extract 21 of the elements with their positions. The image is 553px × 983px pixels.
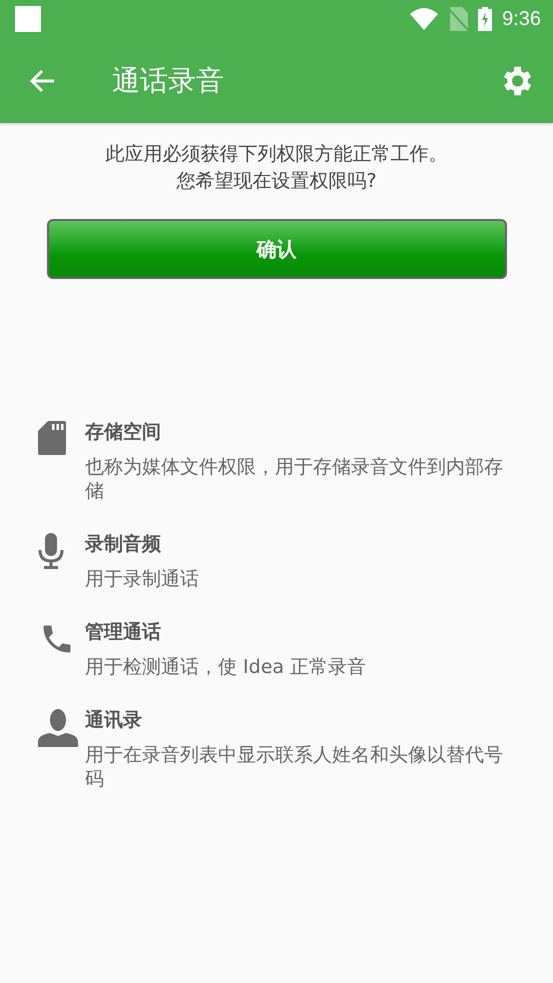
microphone-icon <box>38 533 64 569</box>
wifi-icon <box>410 8 438 30</box>
back-arrow-icon[interactable] <box>30 68 56 92</box>
app-title: 通话录音 <box>112 62 225 98</box>
permission-title: 存储空间 <box>85 420 162 445</box>
no-sim-icon <box>448 7 468 31</box>
person-icon <box>38 709 78 747</box>
intro-text: 您希望现在设置权限吗? <box>175 169 378 194</box>
permission-description: 也称为媒体文件权限，用于存储录音文件到内部存储 <box>85 455 504 503</box>
intro-text: 此应用必须获得下列权限方能正常工作。 <box>104 142 448 167</box>
permission-description: 用于录制通话 <box>85 567 200 591</box>
confirm-button[interactable]: 确认 <box>46 219 506 279</box>
notification-icon <box>15 6 41 32</box>
permission-title: 管理通话 <box>85 620 162 645</box>
permission-title: 录制音频 <box>85 532 162 557</box>
sd-card-icon <box>38 421 66 455</box>
status-time: 9:36 <box>502 8 541 30</box>
permission-description: 用于在录音列表中显示联系人姓名和头像以替代号码 <box>85 743 504 791</box>
permission-title: 通讯录 <box>85 708 143 733</box>
battery-icon <box>478 7 492 31</box>
permission-description: 用于检测通话，使 Idea 正常录音 <box>85 655 368 679</box>
